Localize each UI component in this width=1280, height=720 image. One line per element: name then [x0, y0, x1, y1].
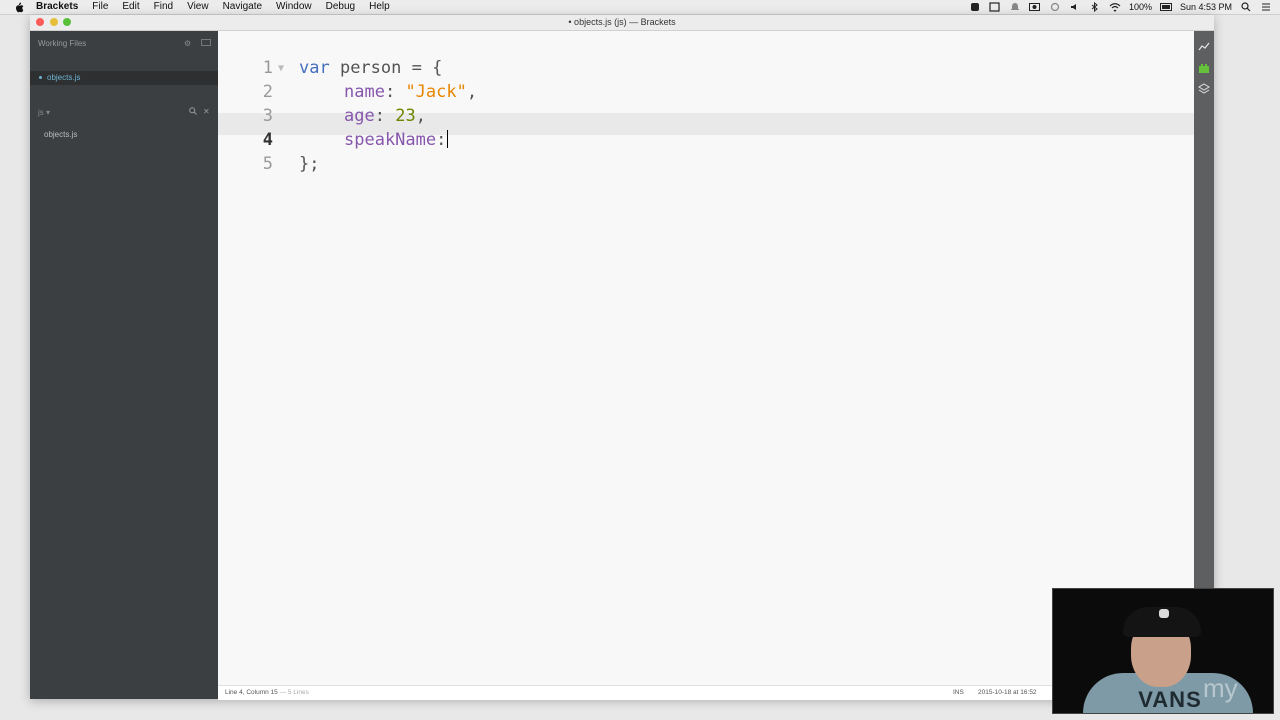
spotlight-search-icon[interactable]	[1240, 2, 1252, 12]
file-tree-item[interactable]: objects.js	[44, 130, 77, 139]
status-bar: Line 4, Column 15 — 5 Lines INS 2015-10-…	[218, 685, 1194, 700]
modified-date: 2015-10-18 at 16:52	[978, 689, 1037, 696]
menu-window[interactable]: Window	[276, 0, 312, 14]
menu-debug[interactable]: Debug	[326, 0, 355, 14]
code-line[interactable]: 2 name: "Jack",	[218, 80, 1194, 104]
string-token: "Jack"	[405, 82, 467, 102]
split-view-icon[interactable]	[201, 39, 211, 46]
screen-recording-icon[interactable]	[1029, 2, 1041, 12]
cap-logo-icon	[1159, 609, 1169, 618]
notification-center-icon[interactable]	[1260, 2, 1272, 12]
line-number: 2	[262, 82, 273, 102]
code-editor[interactable]: 1 ▼ var person = { 2 name: "Jack", 3 age…	[218, 31, 1194, 685]
bluetooth-icon[interactable]	[1089, 2, 1101, 12]
menubar-clock[interactable]: Sun 4:53 PM	[1180, 2, 1232, 12]
line-count: — 5 Lines	[277, 689, 309, 696]
code-token: ,	[466, 82, 478, 102]
working-files-header: Working Files	[38, 39, 87, 48]
battery-percent: 100%	[1128, 2, 1152, 12]
menu-app-name[interactable]: Brackets	[36, 0, 78, 14]
line-number: 3	[262, 106, 273, 126]
unsaved-dot-icon	[39, 76, 42, 79]
code-line[interactable]: 3 age: 23,	[218, 104, 1194, 128]
brackets-window: • objects.js (js) — Brackets Working Fil…	[30, 15, 1214, 700]
code-text: var person = {	[299, 56, 442, 80]
evernote-icon[interactable]	[969, 2, 981, 12]
code-line[interactable]: 1 ▼ var person = {	[218, 56, 1194, 80]
menu-find[interactable]: Find	[154, 0, 173, 14]
sync-icon[interactable]	[1049, 2, 1061, 12]
project-dropdown[interactable]: js ▾	[38, 108, 50, 117]
insert-mode-toggle[interactable]: INS	[953, 689, 964, 696]
window-title: • objects.js (js) — Brackets	[568, 17, 676, 27]
gear-icon[interactable]: ⚙	[184, 39, 192, 48]
property-token: speakName	[344, 130, 437, 150]
watermark-text: my	[1203, 673, 1238, 703]
battery-icon[interactable]	[1159, 2, 1172, 12]
code-text: age: 23,	[344, 104, 426, 128]
menu-edit[interactable]: Edit	[122, 0, 139, 14]
line-number: 4	[262, 130, 273, 150]
menubar-status-area: 100% Sun 4:53 PM	[969, 0, 1280, 14]
code-token: :	[436, 130, 447, 150]
code-text: speakName:	[344, 128, 449, 152]
sound-icon[interactable]	[1069, 2, 1081, 12]
code-token: person = {	[329, 58, 443, 78]
screen-capture-icon[interactable]	[989, 2, 1001, 12]
window-titlebar[interactable]: • objects.js (js) — Brackets	[30, 15, 1214, 31]
menu-view[interactable]: View	[187, 0, 209, 14]
property-token: age	[344, 106, 375, 126]
property-token: name	[344, 82, 385, 102]
line-number: 1	[262, 58, 273, 78]
menu-navigate[interactable]: Navigate	[223, 0, 262, 14]
sidebar: Working Files ⚙ objects.js js ▾ ✕ object…	[30, 31, 218, 699]
live-preview-icon[interactable]	[1198, 41, 1210, 53]
menubar: Brackets File Edit Find View Navigate Wi…	[0, 0, 1280, 15]
number-token: 23	[395, 106, 416, 126]
wifi-icon[interactable]	[1109, 2, 1121, 12]
webcam-overlay: VANS my	[1052, 588, 1274, 714]
code-token: ,	[415, 106, 426, 126]
cursor-position: Line 4, Column 15 — 5 Lines	[225, 689, 309, 696]
working-file-name: objects.js	[47, 73, 81, 82]
extension-manager-icon[interactable]	[1198, 62, 1210, 74]
code-text: name: "Jack",	[344, 80, 477, 104]
working-file-item[interactable]: objects.js	[30, 71, 218, 85]
line-number: 5	[262, 154, 273, 174]
fold-arrow-icon[interactable]: ▼	[278, 57, 284, 81]
keyword-token: var	[299, 58, 330, 78]
code-line[interactable]: 5 };	[218, 152, 1194, 176]
search-icon[interactable]	[189, 107, 197, 117]
layers-icon[interactable]	[1198, 83, 1210, 95]
text-caret	[447, 130, 449, 148]
menu-help[interactable]: Help	[369, 0, 390, 14]
code-token: :	[384, 82, 406, 102]
code-token: :	[374, 106, 396, 126]
menu-file[interactable]: File	[92, 0, 108, 14]
code-text: };	[299, 154, 320, 174]
close-icon[interactable]: ✕	[203, 107, 210, 116]
apple-icon[interactable]	[12, 0, 26, 14]
notification-bell-icon[interactable]	[1009, 2, 1021, 12]
cursor-position-text: Line 4, Column 15	[225, 689, 278, 696]
code-line[interactable]: 4 speakName:	[218, 128, 1194, 152]
